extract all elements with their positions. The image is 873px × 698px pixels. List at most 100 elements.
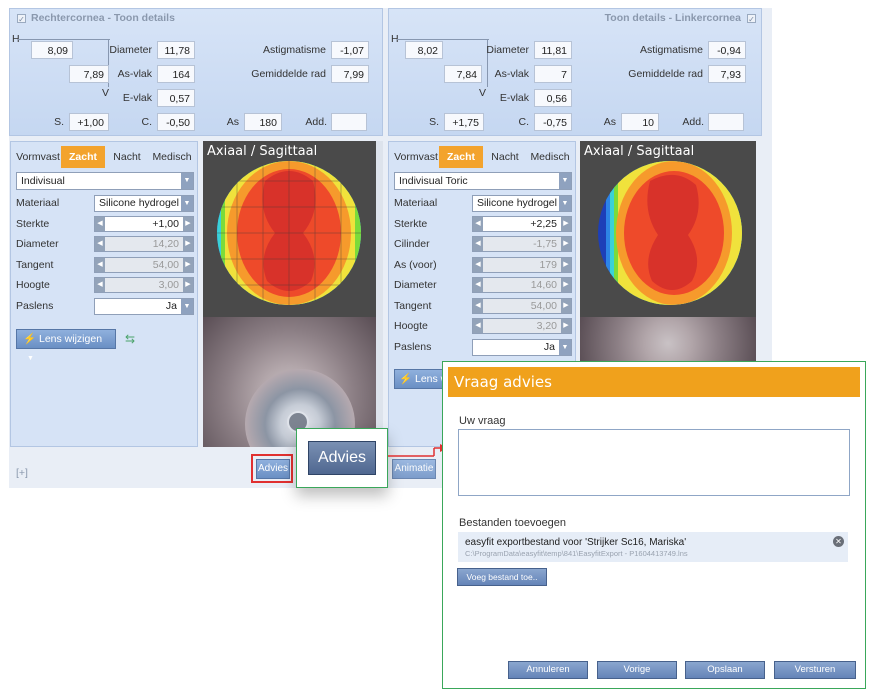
lens-field-label: Sterkte: [16, 217, 50, 230]
gemrad-label: Gemiddelde rad: [628, 68, 703, 80]
diameter-value: 11,81: [534, 41, 572, 59]
increment-icon[interactable]: ▶: [561, 216, 571, 231]
decrement-icon[interactable]: ◀: [95, 278, 105, 292]
lens-field-label: Hoogte: [394, 320, 428, 332]
c-label: C.: [518, 116, 530, 128]
right-cornea-title: Rechtercornea - Toon details: [31, 12, 175, 24]
add-label: Add.: [305, 116, 327, 128]
decrement-icon[interactable]: ◀: [95, 237, 105, 251]
lens-field-value: Silicone hydrogel: [99, 197, 179, 209]
asvlak-label: As-vlak: [494, 68, 529, 80]
right-cornea-checkbox[interactable]: ✓: [17, 14, 26, 24]
chevron-down-icon: ▼: [559, 339, 571, 355]
lens-field-label: Materiaal: [394, 197, 438, 209]
tab-nacht[interactable]: Nacht: [105, 146, 149, 168]
diameter-value: 11,78: [157, 41, 195, 59]
add-file-button[interactable]: Voeg bestand toe..: [457, 568, 547, 586]
tab-vormvast[interactable]: Vormvast: [393, 146, 439, 168]
lens-field-stepper[interactable]: ◀ +1,00 ▶: [94, 215, 194, 232]
c-value: -0,50: [157, 113, 195, 131]
tab-medisch[interactable]: Medisch: [149, 146, 195, 168]
lens-field-stepper[interactable]: ◀ 14,60 ▶: [472, 277, 572, 293]
lens-wijzigen-button[interactable]: ⚡ Lens wijzigen ▼: [16, 329, 116, 362]
map-title: Axiaal / Sagittaal: [584, 144, 695, 159]
map-title: Axiaal / Sagittaal: [207, 144, 318, 159]
lens-field-stepper[interactable]: ◀ 54,00 ▶: [472, 297, 572, 314]
chevron-down-icon: ▼: [181, 196, 193, 211]
s-value: +1,75: [444, 113, 484, 131]
increment-icon[interactable]: ▶: [561, 237, 571, 251]
h-value: 8,09: [31, 41, 73, 59]
tab-zacht[interactable]: Zacht: [61, 146, 105, 168]
increment-icon[interactable]: ▶: [183, 278, 193, 292]
right-scrollbar[interactable]: [376, 141, 383, 447]
lens-field-stepper[interactable]: ◀ -1,75 ▶: [472, 236, 572, 252]
lens-field-stepper[interactable]: ◀ 3,20 ▶: [472, 318, 572, 334]
add-value: [331, 113, 367, 131]
question-textarea[interactable]: [458, 429, 850, 496]
lens-field-label: Tangent: [16, 258, 54, 271]
lens-field-stepper[interactable]: ◀ 179 ▶: [472, 256, 572, 273]
remove-file-icon[interactable]: ✕: [833, 536, 844, 547]
right-topography-map[interactable]: Axiaal / Sagittaal: [203, 141, 376, 317]
as-label: As: [603, 116, 616, 128]
lens-field-dropdown[interactable]: Silicone hydrogel ▼: [94, 195, 194, 212]
decrement-icon[interactable]: ◀: [95, 257, 105, 272]
left-cornea-title: Toon details - Linkercornea: [604, 12, 741, 24]
h-line: [397, 39, 489, 40]
increment-icon[interactable]: ▶: [561, 278, 571, 292]
astig-value: -1,07: [331, 41, 369, 59]
advies-zoom-callout: Advies: [296, 428, 388, 488]
increment-icon[interactable]: ▶: [183, 257, 193, 272]
lens-type-dropdown[interactable]: Indivisual ▼: [16, 172, 194, 190]
versturen-button[interactable]: Versturen: [774, 661, 856, 679]
decrement-icon[interactable]: ◀: [473, 319, 483, 333]
lens-field-stepper[interactable]: ◀ 54,00 ▶: [94, 256, 194, 273]
lens-field-label: Hoogte: [16, 279, 50, 291]
advies-button[interactable]: Advies: [256, 459, 290, 479]
increment-icon[interactable]: ▶: [561, 298, 571, 313]
lens-field-label: Cilinder: [394, 238, 430, 250]
asvlak-label: As-vlak: [117, 68, 152, 80]
lens-field-stepper[interactable]: ◀ +2,25 ▶: [472, 215, 572, 232]
v-value: 7,84: [444, 65, 482, 83]
heatmap-graphic: [217, 161, 361, 305]
decrement-icon[interactable]: ◀: [473, 278, 483, 292]
lens-type-dropdown[interactable]: Indivisual Toric ▼: [394, 172, 572, 190]
left-topography-map[interactable]: Axiaal / Sagittaal: [580, 141, 756, 317]
decrement-icon[interactable]: ◀: [473, 237, 483, 251]
tab-zacht[interactable]: Zacht: [439, 146, 483, 168]
h-line: [18, 39, 110, 40]
decrement-icon[interactable]: ◀: [473, 298, 483, 313]
refresh-icon[interactable]: ⇆: [125, 332, 135, 346]
decrement-icon[interactable]: ◀: [473, 216, 483, 231]
vorige-button[interactable]: Vorige: [597, 661, 677, 679]
animatie-button[interactable]: Animatie: [392, 459, 436, 479]
lens-field-dropdown[interactable]: Ja ▼: [94, 297, 194, 315]
file-name: easyfit exportbestand voor 'Strijker Sc1…: [465, 537, 687, 548]
left-cornea-checkbox[interactable]: ✓: [747, 14, 756, 24]
expand-toggle[interactable]: [+]: [16, 467, 28, 479]
lens-field-stepper[interactable]: ◀ 3,00 ▶: [94, 277, 194, 293]
increment-icon[interactable]: ▶: [561, 319, 571, 333]
tab-medisch[interactable]: Medisch: [527, 146, 573, 168]
decrement-icon[interactable]: ◀: [473, 257, 483, 272]
evlak-label: E-vlak: [122, 92, 152, 104]
increment-icon[interactable]: ▶: [183, 216, 193, 231]
as-label: As: [226, 116, 239, 128]
astig-label: Astigmatisme: [639, 44, 703, 56]
advies-zoom-button: Advies: [308, 441, 376, 475]
increment-icon[interactable]: ▶: [183, 237, 193, 251]
c-value: -0,75: [534, 113, 572, 131]
file-path: C:\ProgramData\easyfit\temp\841\EasyfitE…: [465, 549, 688, 558]
lens-field-dropdown[interactable]: Silicone hydrogel ▼: [472, 195, 572, 212]
lens-field-value: 3,20: [536, 320, 557, 332]
annuleren-button[interactable]: Annuleren: [508, 661, 588, 679]
lens-field-stepper[interactable]: ◀ 14,20 ▶: [94, 236, 194, 252]
tab-vormvast[interactable]: Vormvast: [15, 146, 61, 168]
opslaan-button[interactable]: Opslaan: [685, 661, 765, 679]
lens-field-dropdown[interactable]: Ja ▼: [472, 338, 572, 356]
tab-nacht[interactable]: Nacht: [483, 146, 527, 168]
decrement-icon[interactable]: ◀: [95, 216, 105, 231]
increment-icon[interactable]: ▶: [561, 257, 571, 272]
